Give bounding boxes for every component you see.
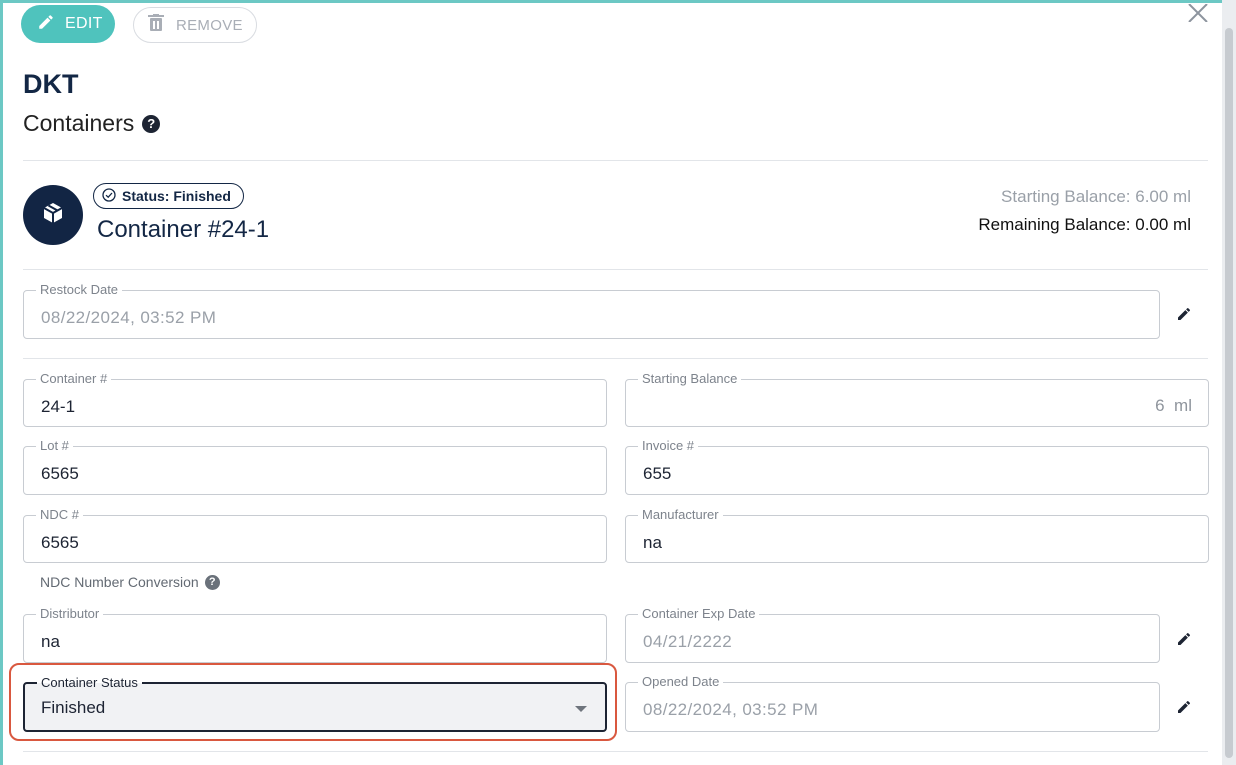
- lot-number-value: 6565: [41, 464, 79, 483]
- chevron-down-icon: [575, 706, 587, 712]
- lot-number-label: Lot #: [36, 438, 73, 453]
- help-icon[interactable]: ?: [142, 114, 161, 133]
- edit-restock-date-pencil-icon[interactable]: [1173, 303, 1195, 325]
- ndc-number-field[interactable]: NDC # 6565: [23, 507, 607, 563]
- invoice-number-label: Invoice #: [638, 438, 699, 453]
- starting-balance-label: Starting Balance: [638, 371, 742, 386]
- opened-date-value: 08/22/2024, 03:52 PM: [643, 700, 819, 719]
- opened-date-label: Opened Date: [638, 674, 724, 689]
- distributor-label: Distributor: [36, 606, 104, 621]
- pencil-icon: [37, 13, 55, 36]
- remaining-balance-summary: Remaining Balance: 0.00 ml: [978, 215, 1191, 234]
- container-name: Container #24-1: [97, 216, 270, 243]
- ndc-number-conversion: NDC Number Conversion ?: [40, 574, 220, 590]
- starting-balance-number: 6: [1155, 396, 1165, 415]
- distributor-value: na: [41, 632, 60, 651]
- opened-date-field: Opened Date 08/22/2024, 03:52 PM: [625, 674, 1160, 732]
- invoice-number-value: 655: [643, 464, 672, 483]
- restock-date-value: 08/22/2024, 03:52 PM: [41, 308, 217, 327]
- edit-button[interactable]: EDIT: [21, 5, 115, 43]
- distributor-field[interactable]: Distributor na: [23, 606, 607, 663]
- container-status-label: Container Status: [37, 675, 142, 690]
- container-number-field[interactable]: Container # 24-1: [23, 371, 607, 427]
- check-circle-icon: [102, 187, 116, 205]
- remove-button[interactable]: REMOVE: [133, 7, 257, 43]
- ndc-number-label: NDC #: [36, 507, 84, 522]
- lot-number-field[interactable]: Lot # 6565: [23, 438, 607, 495]
- ndc-number-value: 6565: [41, 533, 79, 552]
- divider: [23, 160, 1208, 161]
- starting-balance-field: Starting Balance 6 ml: [625, 371, 1209, 427]
- starting-balance-value: 6 ml: [1155, 396, 1192, 416]
- container-status-select[interactable]: Container Status Finished: [23, 675, 607, 732]
- manufacturer-field[interactable]: Manufacturer na: [625, 507, 1209, 563]
- container-exp-date-label: Container Exp Date: [638, 606, 760, 621]
- container-status-value: Finished: [41, 698, 106, 717]
- starting-balance-summary: Starting Balance: 6.00 ml: [1001, 187, 1191, 206]
- container-number-value: 24-1: [41, 397, 76, 416]
- edit-opened-date-pencil-icon[interactable]: [1173, 696, 1195, 718]
- manufacturer-value: na: [643, 533, 662, 552]
- manufacturer-label: Manufacturer: [638, 507, 723, 522]
- restock-date-field: Restock Date 08/22/2024, 03:52 PM: [23, 282, 1160, 339]
- close-icon[interactable]: [1187, 3, 1211, 25]
- remove-button-label: REMOVE: [176, 16, 243, 34]
- container-exp-date-field: Container Exp Date 04/21/2222: [625, 606, 1160, 663]
- scrollbar[interactable]: [1222, 0, 1236, 765]
- restock-date-label: Restock Date: [36, 282, 123, 297]
- edit-exp-date-pencil-icon[interactable]: [1173, 628, 1195, 650]
- edit-button-label: EDIT: [65, 15, 103, 32]
- divider: [23, 751, 1208, 752]
- starting-balance-unit: ml: [1174, 396, 1192, 415]
- status-badge: Status: Finished: [93, 183, 244, 209]
- container-avatar: [23, 185, 83, 245]
- ndc-conversion-label: NDC Number Conversion: [40, 574, 199, 590]
- page-title: DKT: [23, 69, 79, 99]
- container-number-label: Container #: [36, 371, 112, 386]
- container-detail-panel: EDIT REMOVE DKT Containers ? Status: Fin…: [0, 0, 1222, 765]
- help-icon[interactable]: ?: [204, 574, 220, 590]
- page-subtitle: Containers ?: [23, 110, 161, 137]
- divider: [23, 269, 1208, 270]
- invoice-number-field[interactable]: Invoice # 655: [625, 438, 1209, 495]
- trash-icon: [148, 14, 164, 36]
- divider: [23, 358, 1208, 359]
- container-exp-date-value: 04/21/2222: [643, 632, 733, 651]
- status-text: Status: Finished: [122, 188, 231, 204]
- scrollbar-thumb[interactable]: [1225, 28, 1233, 758]
- box-icon: [41, 201, 65, 230]
- subtitle-text: Containers: [23, 110, 135, 136]
